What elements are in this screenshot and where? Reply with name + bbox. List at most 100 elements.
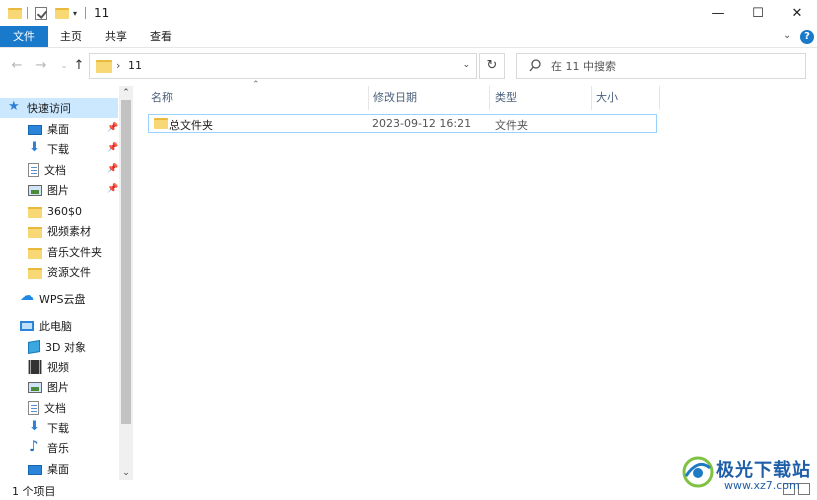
- column-header-name[interactable]: 名称: [145, 86, 368, 110]
- nav-item-video-assets[interactable]: 视频素材: [0, 221, 118, 241]
- nav-label: 音乐: [47, 442, 69, 455]
- folder-icon: [154, 118, 168, 129]
- nav-label: 3D 对象: [45, 341, 86, 354]
- refresh-button[interactable]: ↻: [479, 53, 505, 79]
- nav-item-pc-documents[interactable]: 文档: [0, 398, 118, 418]
- picture-icon: [28, 382, 42, 393]
- status-item-count: 1 个项目: [12, 485, 56, 498]
- nav-quick-access[interactable]: 快速访问: [0, 98, 118, 118]
- folder-icon: [96, 60, 112, 73]
- search-icon: [529, 59, 541, 72]
- pin-icon: 📌: [107, 184, 119, 194]
- nav-item-music-folder[interactable]: 音乐文件夹: [0, 242, 118, 262]
- new-folder-icon[interactable]: [55, 5, 69, 21]
- file-name: 总文件夹: [169, 119, 213, 132]
- nav-item-pc-desktop[interactable]: 桌面: [0, 459, 118, 479]
- computer-icon: [20, 321, 34, 331]
- address-bar[interactable]: › 11 ⌄: [89, 53, 477, 79]
- nav-label: 音乐文件夹: [47, 246, 102, 259]
- pin-icon: 📌: [107, 164, 119, 174]
- nav-label: 文档: [44, 164, 66, 177]
- nav-label: 文档: [44, 402, 66, 415]
- document-icon: [28, 163, 39, 177]
- desktop-icon: [28, 465, 42, 475]
- tab-home[interactable]: 主页: [48, 26, 94, 47]
- window-title: 11: [94, 6, 110, 20]
- customize-quick-access-icon[interactable]: ▾: [73, 5, 77, 21]
- column-header-modified[interactable]: 修改日期: [367, 86, 489, 110]
- nav-wps-cloud[interactable]: WPS云盘: [0, 288, 118, 309]
- scroll-down-icon[interactable]: ⌄: [119, 466, 133, 480]
- nav-label: 下载: [47, 422, 69, 435]
- close-button[interactable]: ✕: [777, 0, 817, 26]
- nav-this-pc[interactable]: 此电脑: [0, 316, 118, 336]
- nav-label: 桌面: [47, 463, 69, 476]
- forward-button[interactable]: →: [33, 58, 49, 74]
- table-row[interactable]: 总文件夹 2023-09-12 16:21 文件夹: [148, 114, 657, 133]
- nav-item-360[interactable]: 360$0: [0, 201, 118, 221]
- search-input[interactable]: [551, 58, 791, 74]
- file-modified: 2023-09-12 16:21: [372, 117, 472, 130]
- nav-label: 视频: [47, 361, 69, 374]
- nav-label: 此电脑: [39, 320, 72, 333]
- scroll-up-icon[interactable]: ⌃: [119, 86, 133, 100]
- properties-icon[interactable]: [35, 5, 47, 21]
- quick-access-separator: [27, 5, 28, 21]
- nav-item-resources[interactable]: 资源文件: [0, 262, 118, 282]
- recent-locations-button[interactable]: ⌄: [56, 58, 72, 74]
- file-type: 文件夹: [495, 119, 528, 132]
- nav-label: 图片: [47, 381, 69, 394]
- title-separator: [85, 5, 86, 21]
- maximize-button[interactable]: ☐: [738, 0, 778, 26]
- nav-label: 视频素材: [47, 225, 91, 238]
- folder-icon: [28, 267, 42, 279]
- nav-label: 资源文件: [47, 266, 91, 279]
- tab-view[interactable]: 查看: [138, 26, 184, 47]
- app-folder-icon: [8, 5, 22, 21]
- folder-icon: [28, 226, 42, 238]
- nav-item-downloads[interactable]: 下载 📌: [0, 139, 118, 159]
- up-button[interactable]: ↑: [71, 58, 87, 74]
- help-icon[interactable]: ?: [800, 30, 814, 44]
- nav-item-music[interactable]: 音乐: [0, 437, 118, 458]
- nav-item-documents[interactable]: 文档 📌: [0, 160, 118, 180]
- pin-icon: 📌: [107, 143, 119, 153]
- nav-item-pc-downloads[interactable]: 下载: [0, 418, 118, 438]
- scrollbar-thumb[interactable]: [121, 100, 131, 424]
- video-icon: [28, 360, 42, 374]
- nav-scrollbar[interactable]: ⌃ ⌄: [119, 86, 133, 480]
- title-bar: ▾ 11 — ☐ ✕: [0, 0, 817, 26]
- nav-item-desktop[interactable]: 桌面 📌: [0, 119, 118, 139]
- breadcrumb[interactable]: 11: [128, 59, 142, 72]
- nav-item-pc-pictures[interactable]: 图片: [0, 377, 118, 397]
- 3d-objects-icon: [28, 339, 40, 355]
- nav-label: 360$0: [47, 204, 82, 218]
- watermark: 极光下载站 www.xz7.com: [680, 452, 812, 496]
- aurora-logo-icon: [682, 456, 714, 488]
- column-header-type[interactable]: 类型: [489, 86, 590, 110]
- nav-label: 桌面: [47, 123, 69, 136]
- search-box[interactable]: [516, 53, 806, 79]
- column-divider[interactable]: [659, 86, 660, 110]
- pin-icon: 📌: [107, 123, 119, 133]
- navigation-pane: 快速访问 桌面 📌 下载 📌 文档 📌 图片 📌 360$0 视频素材 音乐文件…: [0, 86, 133, 480]
- nav-item-pictures[interactable]: 图片 📌: [0, 180, 118, 200]
- download-icon: [28, 140, 42, 156]
- folder-icon: [28, 206, 42, 218]
- nav-label: 下载: [47, 143, 69, 156]
- music-icon: [28, 437, 42, 455]
- nav-item-videos[interactable]: 视频: [0, 357, 118, 377]
- nav-label: 图片: [47, 184, 69, 197]
- nav-item-3d-objects[interactable]: 3D 对象: [0, 337, 118, 357]
- tab-file[interactable]: 文件: [0, 26, 48, 47]
- minimize-button[interactable]: —: [698, 0, 738, 26]
- address-dropdown-icon[interactable]: ⌄: [462, 60, 470, 70]
- expand-ribbon-icon[interactable]: ⌄: [783, 30, 791, 41]
- breadcrumb-separator: ›: [116, 59, 121, 72]
- tab-share[interactable]: 共享: [93, 26, 139, 47]
- back-button[interactable]: ←: [9, 58, 25, 74]
- star-icon: [8, 99, 22, 115]
- column-header-size[interactable]: 大小: [590, 86, 659, 110]
- download-icon: [28, 419, 42, 435]
- folder-icon: [28, 247, 42, 259]
